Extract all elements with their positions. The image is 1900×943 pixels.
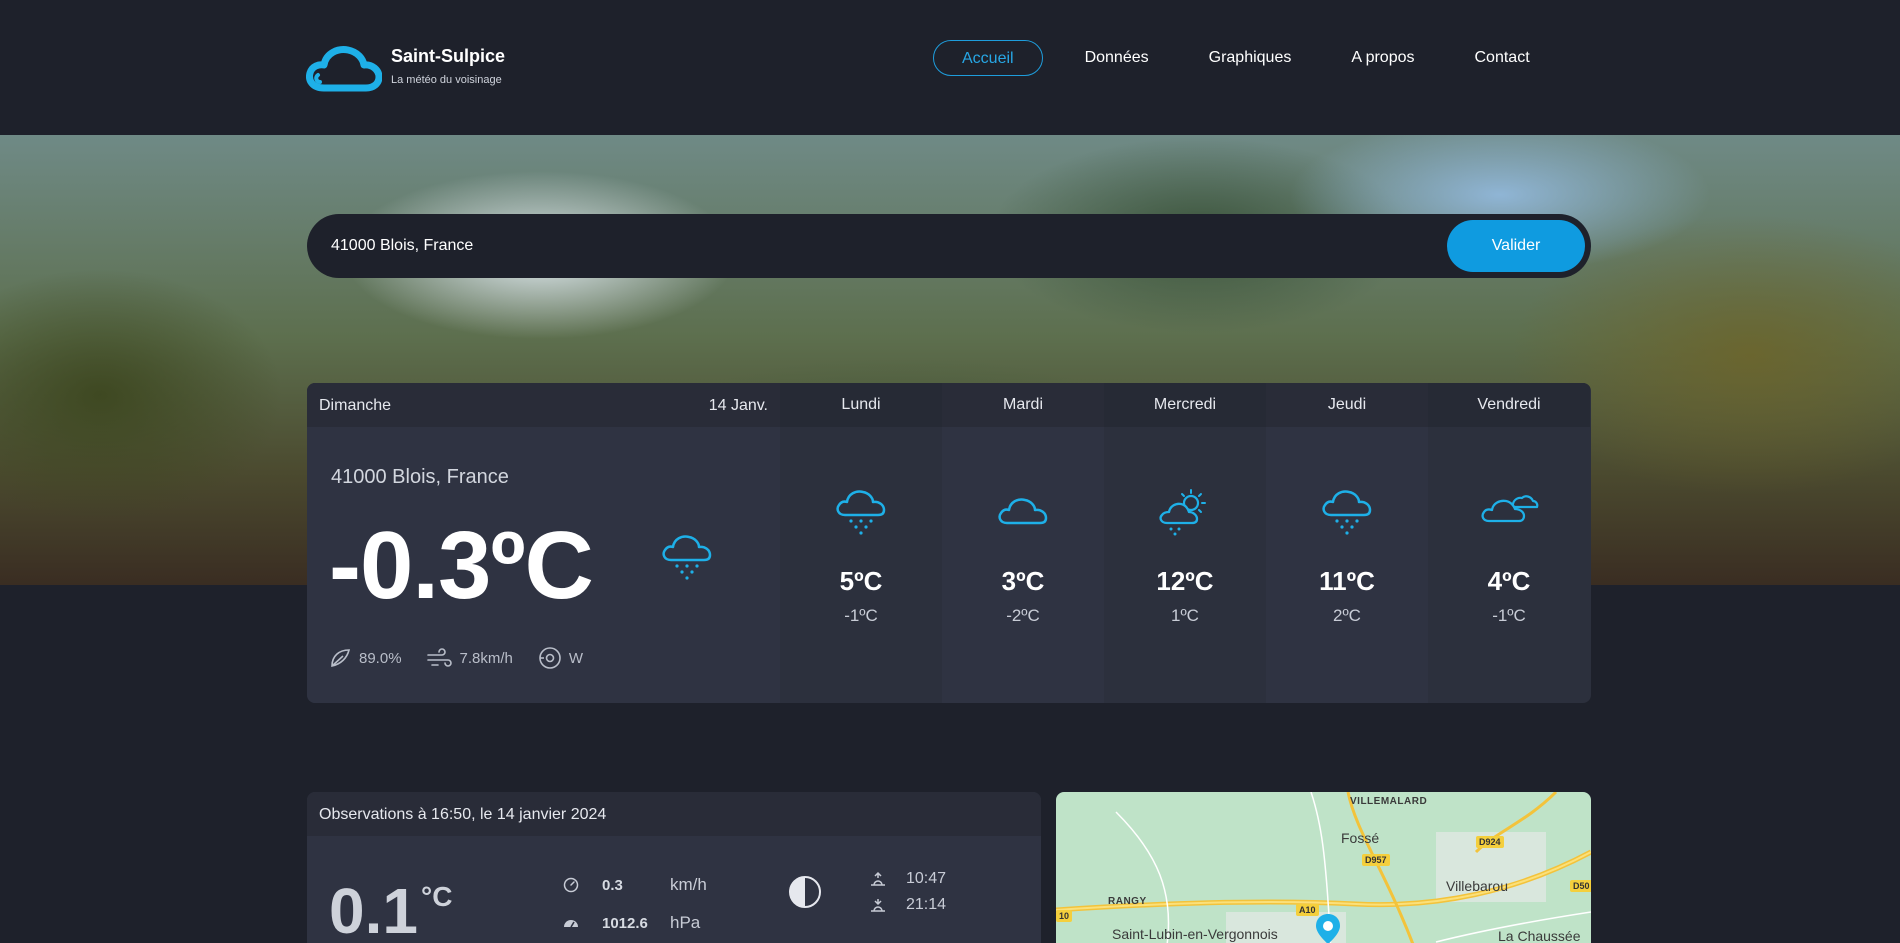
- observed-wind-value: 0.3: [602, 876, 623, 894]
- nav-accueil[interactable]: Accueil: [933, 40, 1043, 76]
- today-date: 14 Janv.: [708, 397, 768, 414]
- map-label: Villebarou: [1446, 878, 1509, 894]
- road-tag: 10: [1056, 910, 1073, 922]
- forecast-day-mardi: Mardi 3ºC -2ºC: [942, 383, 1104, 703]
- today-card: Dimanche 14 Janv. 41000 Blois, France -0…: [307, 383, 780, 703]
- map-pin-icon[interactable]: [1314, 912, 1342, 943]
- partly-sunny-rain-icon: [1159, 489, 1206, 536]
- forecast-day-lundi: Lundi 5ºC -1ºC: [780, 383, 942, 703]
- snow-cloud-icon: [662, 535, 712, 580]
- gauge-icon: [563, 877, 579, 893]
- map-label: Fossé: [1341, 830, 1380, 846]
- today-stats: 89.0% 7.8km/h W: [329, 645, 607, 671]
- forecast-day-name: Jeudi: [1266, 383, 1428, 427]
- validate-button[interactable]: Valider: [1447, 220, 1585, 272]
- nav-graphiques[interactable]: Graphiques: [1179, 40, 1322, 76]
- moonset-row: 21:14: [868, 896, 946, 921]
- moon-phase-icon: [789, 876, 821, 908]
- wind-icon: [426, 648, 452, 667]
- location-search-bar: Valider: [307, 214, 1591, 278]
- location-map[interactable]: VILLEMALARD Fossé Villebarou RANGY Saint…: [1056, 792, 1591, 943]
- forecast-min: 1ºC: [1171, 606, 1199, 625]
- wind-direction-value: W: [568, 649, 584, 667]
- observed-wind-unit: km/h: [670, 875, 707, 894]
- barometer-icon: [564, 920, 578, 928]
- brand-subtitle: La météo du voisinage: [391, 74, 502, 86]
- observed-temperature-unit: °C: [421, 881, 453, 912]
- forecast-panel: Dimanche 14 Janv. 41000 Blois, France -0…: [307, 383, 1591, 703]
- forecast-day-mercredi: Mercredi 12ºC 1ºC: [1104, 383, 1266, 703]
- forecast-max: 3ºC: [1001, 566, 1045, 596]
- today-temperature: -0.3ºC: [329, 512, 594, 619]
- observed-wind-row: 0.3 km/h: [562, 875, 707, 894]
- site-header: Saint-Sulpice La météo du voisinage Accu…: [0, 0, 1900, 135]
- forecast-day-name: Lundi: [780, 383, 942, 427]
- nav-donnees[interactable]: Données: [1055, 40, 1179, 76]
- snow-cloud-icon: [836, 490, 886, 535]
- nav-contact[interactable]: Contact: [1445, 40, 1560, 76]
- clouds-icon: [1481, 495, 1539, 523]
- brand-title[interactable]: Saint-Sulpice: [391, 46, 505, 67]
- forecast-max: 11ºC: [1319, 566, 1375, 596]
- forecast-min: -2ºC: [1006, 606, 1040, 625]
- road-tag: D50: [1570, 880, 1591, 892]
- observed-pressure-row: 1012.6 hPa: [562, 913, 700, 932]
- humidity-stat: 89.0%: [329, 646, 402, 670]
- map-label: VILLEMALARD: [1350, 796, 1428, 807]
- main-nav: Accueil Données Graphiques A propos Cont…: [933, 40, 1560, 76]
- moonset-icon: [871, 899, 885, 912]
- observations-header: Observations à 16:50, le 14 janvier 2024: [307, 792, 1041, 836]
- humidity-value: 89.0%: [359, 649, 402, 667]
- wind-direction-stat: W: [537, 645, 583, 671]
- road-tag: D924: [1476, 836, 1504, 848]
- observed-pressure-value: 1012.6: [602, 914, 648, 932]
- today-day: Dimanche: [319, 397, 392, 414]
- snow-cloud-icon: [1322, 490, 1372, 535]
- road-tag: D957: [1362, 854, 1390, 866]
- observed-temperature: 0.1: [329, 875, 418, 943]
- location-search-input[interactable]: [331, 214, 1411, 278]
- observed-pressure-unit: hPa: [670, 913, 701, 932]
- forecast-day-jeudi: Jeudi 11ºC 2ºC: [1266, 383, 1428, 703]
- moonrise-icon: [871, 871, 885, 886]
- map-label: RANGY: [1108, 896, 1147, 907]
- today-header: Dimanche 14 Janv.: [307, 383, 780, 427]
- nav-a-propos[interactable]: A propos: [1321, 40, 1444, 76]
- humidity-icon: [331, 649, 351, 667]
- cloud-icon: [998, 498, 1048, 525]
- forecast-max: 4ºC: [1487, 566, 1531, 596]
- today-location: 41000 Blois, France: [331, 466, 509, 488]
- observations-panel: Observations à 16:50, le 14 janvier 2024…: [307, 792, 1041, 943]
- compass-icon: [539, 647, 561, 669]
- forecast-day-vendredi: Vendredi 4ºC -1ºC: [1428, 383, 1590, 703]
- forecast-day-name: Mardi: [942, 383, 1104, 427]
- forecast-max: 5ºC: [839, 566, 883, 596]
- forecast-min: -1ºC: [844, 606, 878, 625]
- moonrise-time: 10:47: [906, 870, 947, 887]
- forecast-day-name: Vendredi: [1428, 383, 1590, 427]
- map-label: Saint-Lubin-en-Vergonnois: [1112, 926, 1278, 942]
- cloud-logo-icon[interactable]: [306, 44, 382, 92]
- forecast-max: 12ºC: [1156, 566, 1214, 596]
- moonrise-row: 10:47: [868, 870, 946, 895]
- forecast-day-name: Mercredi: [1104, 383, 1266, 427]
- map-label: La Chaussée: [1498, 928, 1581, 943]
- observations-title: Observations à 16:50, le 14 janvier 2024: [319, 806, 607, 823]
- forecast-min: 2ºC: [1333, 606, 1361, 625]
- wind-speed-stat: 7.8km/h: [426, 646, 513, 670]
- forecast-min: -1ºC: [1492, 606, 1526, 625]
- moonset-time: 21:14: [906, 896, 947, 913]
- wind-speed-value: 7.8km/h: [459, 649, 513, 667]
